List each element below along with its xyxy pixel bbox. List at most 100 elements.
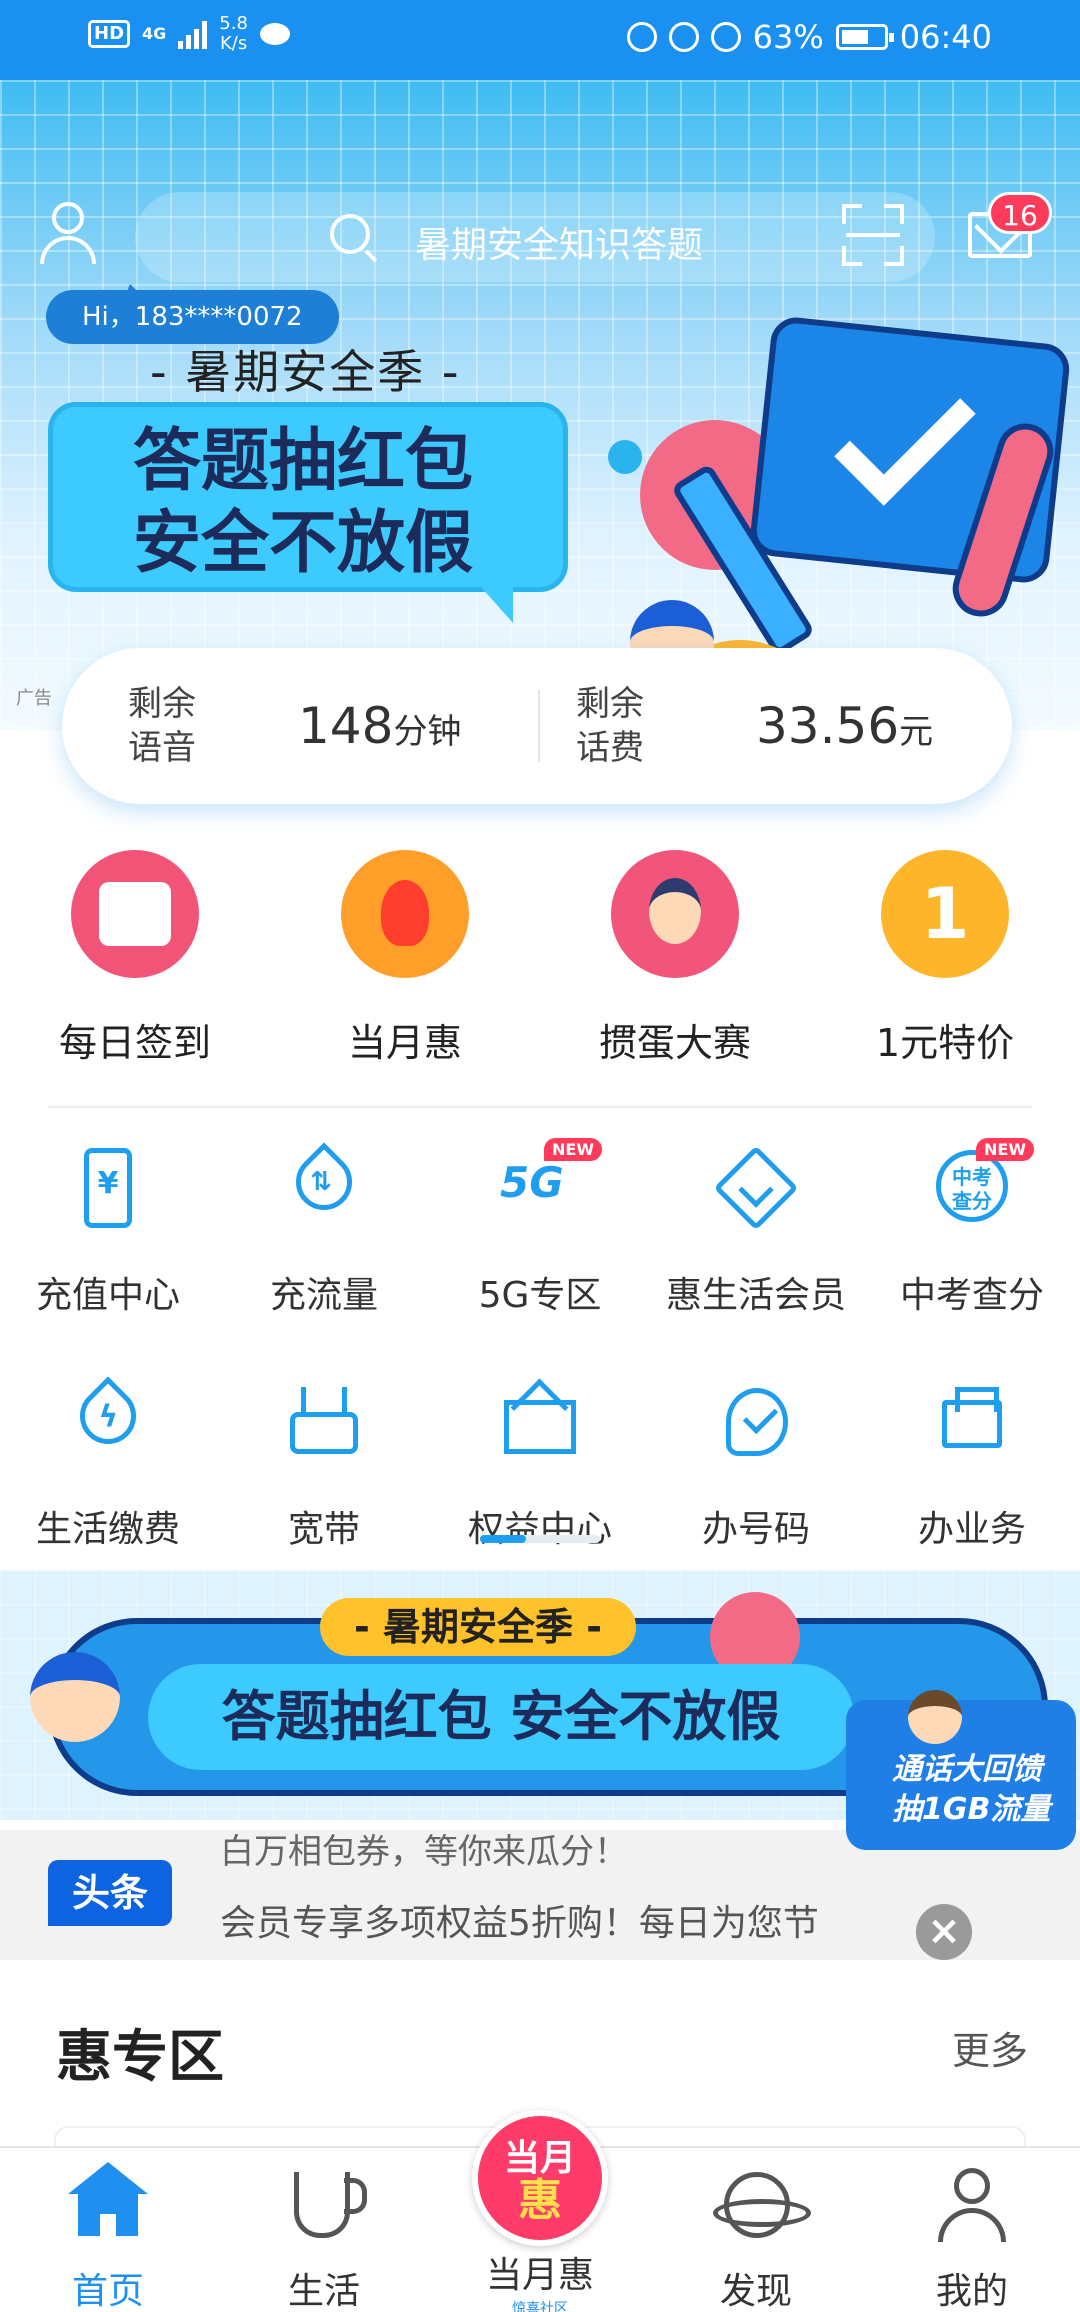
service-label: 充值中心 <box>35 1275 180 1316</box>
voice-balance[interactable]: 剩余 语音 148分钟 <box>128 648 461 804</box>
headline-tag: 头条 <box>48 1860 172 1926</box>
tab-life[interactable]: 生活 <box>254 2168 394 2312</box>
banner-tag: - 暑期安全季 - <box>320 1598 637 1656</box>
service-label: 惠生活会员 <box>665 1275 846 1316</box>
battery-icon <box>835 24 894 50</box>
service-business[interactable]: 办业务 <box>864 1382 1080 1552</box>
router-icon <box>290 1387 358 1454</box>
badge-text: 当月 <box>503 2138 576 2179</box>
voice-unit: 分钟 <box>393 712 462 752</box>
page-indicator <box>480 1535 600 1543</box>
playing-cards-icon <box>611 850 739 978</box>
tab-label: 生活 <box>287 2271 360 2312</box>
promo-label: 每日签到 <box>58 1021 211 1065</box>
service-5g-zone[interactable]: 5G NEW 5G专区 <box>432 1138 648 1318</box>
new-badge: NEW <box>976 1138 1034 1161</box>
data-drop-icon: ⇅ <box>284 1142 364 1222</box>
service-life-membership[interactable]: 惠生活会员 <box>648 1145 864 1318</box>
eye-comfort-icon <box>668 22 699 52</box>
crown-icon <box>504 1400 576 1454</box>
service-label: 5G专区 <box>478 1275 602 1316</box>
service-label: 办业务 <box>917 1509 1026 1550</box>
swimmer-illustration <box>30 1652 120 1742</box>
floating-ad[interactable]: 通话大回馈 抽1GB流量 <box>846 1690 1076 1860</box>
flame-icon <box>341 850 469 978</box>
fee-value: 33.56 <box>756 697 900 755</box>
divider <box>538 690 540 762</box>
message-count-badge: 16 <box>988 192 1052 234</box>
promo-daily-checkin[interactable]: 每日签到 <box>25 850 245 1067</box>
service-utilities[interactable]: ϟ 生活缴费 <box>0 1376 216 1552</box>
tab-label: 发现 <box>719 2271 792 2312</box>
service-label: 中考查分 <box>899 1275 1044 1316</box>
fee-unit: 元 <box>899 712 934 752</box>
promo-label: 1元特价 <box>875 1021 1015 1065</box>
app-screen: HD 4G 5.8 K/s 63% 06:40 暑期安全知识答题 16 Hi，1… <box>0 0 1080 2312</box>
tab-label: 当月惠 <box>485 2255 594 2296</box>
badge-text: 惠 <box>518 2175 562 2226</box>
planet-icon <box>713 2172 811 2238</box>
banner-line-2: 安全不放假 <box>133 504 474 583</box>
floating-ad-line: 抽1GB流量 <box>892 1792 1051 1827</box>
banner-subtitle: - 暑期安全季 - <box>150 345 461 399</box>
profile-icon[interactable] <box>40 202 96 264</box>
close-icon[interactable]: × <box>916 1904 972 1960</box>
service-label: 办号码 <box>701 1509 810 1550</box>
net-speed: 5.8 K/s <box>219 13 248 54</box>
service-data-topup[interactable]: ⇅ 充流量 <box>216 1142 432 1318</box>
news-line: 白万相包券，等你来瓜分！ <box>220 1832 628 1872</box>
signal-icon <box>178 19 208 49</box>
diamond-icon <box>713 1145 799 1231</box>
monthly-deal-badge-icon: 当月 惠 <box>472 2110 608 2246</box>
tab-me[interactable]: 我的 <box>902 2168 1042 2312</box>
chat-notification-icon <box>259 23 290 45</box>
sim-card-icon <box>726 1388 788 1456</box>
banner-headline: 答题抽红包 安全不放假 <box>148 1664 854 1770</box>
floating-ad-line: 通话大回馈 <box>892 1752 1042 1787</box>
more-link[interactable]: 更多 <box>952 2020 1028 2075</box>
service-exam-score[interactable]: 中考 查分 NEW 中考查分 <box>864 1138 1080 1318</box>
5g-icon: 5G <box>500 1158 564 1207</box>
section-title: 惠专区 <box>56 2025 224 2090</box>
promo-card-contest[interactable]: 掼蛋大赛 <box>565 850 785 1067</box>
service-recharge[interactable]: ¥ 充值中心 <box>0 1148 216 1318</box>
clock: 06:40 <box>899 18 992 56</box>
banner-line-1: 答题抽红包 <box>133 422 474 501</box>
tab-sublabel: 惊喜社区 <box>512 2301 568 2312</box>
news-line: 会员专享多项权益5折购！每日为您节 <box>220 1903 819 1944</box>
service-broadband[interactable]: 宽带 <box>216 1382 432 1552</box>
new-badge: NEW <box>544 1138 602 1161</box>
service-benefits-center[interactable]: 权益中心 <box>432 1382 648 1552</box>
balance-card[interactable]: 剩余 语音 148分钟 剩余 话费 33.56元 <box>62 648 1012 804</box>
service-new-number[interactable]: 办号码 <box>648 1382 864 1552</box>
battery-percent: 63% <box>752 18 824 56</box>
cup-icon <box>294 2172 367 2238</box>
scan-icon[interactable] <box>842 204 904 266</box>
service-label: 权益中心 <box>467 1509 612 1550</box>
fee-balance[interactable]: 剩余 话费 33.56元 <box>576 648 933 804</box>
service-label: 充流量 <box>269 1275 378 1316</box>
tab-monthly-deal[interactable]: 当月 惠 当月惠 惊喜社区 <box>468 2110 612 2312</box>
fee-value-wrap: 33.56元 <box>756 697 933 755</box>
one-yuan-icon: 1 <box>881 850 1009 978</box>
hero-banner[interactable]: 暑期安全知识答题 16 Hi，183****0072 - 暑期安全季 - 答题抽… <box>0 80 1080 730</box>
tab-home[interactable]: 首页 <box>38 2162 178 2312</box>
tab-label: 首页 <box>71 2271 144 2312</box>
voice-value-wrap: 148分钟 <box>298 697 461 755</box>
service-label: 生活缴费 <box>35 1509 180 1550</box>
divider <box>48 1106 1032 1108</box>
ad-tag: 广告 <box>16 688 52 709</box>
search-placeholder: 暑期安全知识答题 <box>415 225 704 266</box>
promo-monthly-deal[interactable]: 当月惠 <box>295 850 515 1067</box>
tab-label: 我的 <box>935 2271 1008 2312</box>
tab-discover[interactable]: 发现 <box>686 2168 826 2312</box>
promo-label: 当月惠 <box>347 1021 462 1065</box>
data-saver-icon <box>626 22 657 52</box>
bolt-drop-icon: ϟ <box>68 1376 148 1456</box>
search-icon <box>330 214 370 254</box>
printer-icon <box>942 1387 1002 1448</box>
home-icon <box>68 2162 148 2236</box>
search-bar[interactable]: 暑期安全知识答题 <box>135 192 935 282</box>
promo-one-yuan[interactable]: 1 1元特价 <box>835 850 1055 1067</box>
status-bar: HD 4G 5.8 K/s 63% 06:40 <box>0 0 1080 80</box>
